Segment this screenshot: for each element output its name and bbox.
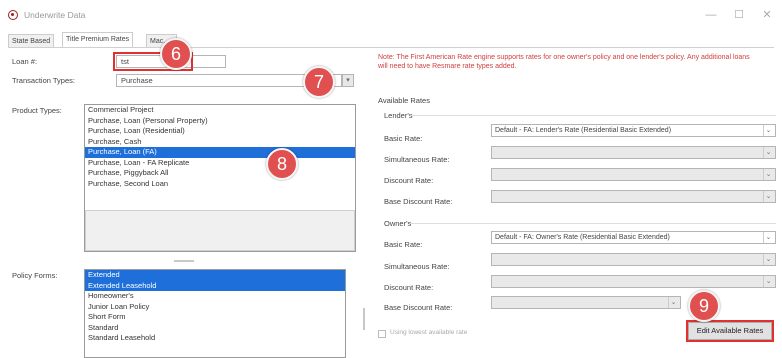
horizontal-splitter[interactable] bbox=[174, 260, 194, 262]
lowest-rate-checkbox[interactable] bbox=[378, 330, 386, 338]
list-item[interactable]: Purchase, Loan (Personal Property) bbox=[85, 116, 355, 127]
rate-engine-note: Note: The First American Rate engine sup… bbox=[378, 54, 750, 70]
minimize-button[interactable]: — bbox=[700, 6, 722, 24]
lender-basic-rate-value: Default - FA: Lender's Rate (Residential… bbox=[495, 127, 672, 134]
list-item[interactable]: Standard bbox=[85, 323, 345, 334]
maximize-button[interactable]: ☐ bbox=[728, 6, 750, 24]
list-empty-area bbox=[85, 210, 355, 251]
list-item[interactable]: Purchase, Second Loan bbox=[85, 179, 355, 190]
callout-9: 9 bbox=[688, 290, 720, 322]
owner-base-discount-rate-select[interactable]: ⌄ bbox=[491, 296, 681, 309]
highlight-edit-button bbox=[686, 320, 774, 342]
loan-label: Loan #: bbox=[12, 57, 38, 66]
group-divider bbox=[410, 115, 776, 116]
lender-basic-rate-select[interactable]: Default - FA: Lender's Rate (Residential… bbox=[491, 124, 776, 137]
owner-discount-rate-label: Discount Rate: bbox=[384, 283, 434, 292]
vertical-splitter[interactable] bbox=[363, 308, 365, 330]
chevron-down-icon: ⌄ bbox=[763, 276, 773, 287]
app-icon bbox=[8, 10, 18, 20]
lenders-group-title: Lender's bbox=[384, 111, 413, 120]
chevron-down-icon: ⌄ bbox=[763, 147, 773, 158]
owner-discount-rate-select[interactable]: ⌄ bbox=[491, 275, 776, 288]
owner-simultaneous-rate-label: Simultaneous Rate: bbox=[384, 262, 450, 271]
chevron-down-icon: ⌄ bbox=[763, 169, 773, 180]
chevron-down-icon: ⌄ bbox=[763, 125, 773, 136]
chevron-down-icon: ⌄ bbox=[763, 254, 773, 265]
transaction-types-label: Transaction Types: bbox=[12, 76, 75, 85]
lender-base-discount-rate-select[interactable]: ⌄ bbox=[491, 190, 776, 203]
policy-forms-list[interactable]: Extended Extended Leasehold Homeowner's … bbox=[84, 269, 346, 358]
title-bar: Underwrite Data — ☐ ✕ bbox=[0, 0, 782, 30]
callout-7: 7 bbox=[303, 66, 335, 98]
lender-basic-rate-label: Basic Rate: bbox=[384, 134, 423, 143]
list-item[interactable]: Purchase, Piggyback All bbox=[85, 168, 355, 179]
group-divider bbox=[410, 223, 776, 224]
policy-forms-label: Policy Forms: bbox=[12, 271, 58, 280]
list-item[interactable]: Junior Loan Policy bbox=[85, 302, 345, 313]
chevron-down-icon: ⌄ bbox=[668, 297, 678, 308]
callout-6: 6 bbox=[160, 38, 192, 70]
list-item[interactable]: Purchase, Cash bbox=[85, 137, 355, 148]
close-button[interactable]: ✕ bbox=[756, 6, 778, 24]
list-item[interactable]: Standard Leasehold bbox=[85, 333, 345, 344]
list-item[interactable]: Short Form bbox=[85, 312, 345, 323]
tab-title-premium-rates[interactable]: Title Premium Rates bbox=[62, 32, 134, 48]
chevron-down-icon: ⌄ bbox=[763, 232, 773, 243]
owner-basic-rate-value: Default - FA: Owner's Rate (Residential … bbox=[495, 234, 670, 241]
chevron-down-icon[interactable]: ▾ bbox=[342, 74, 354, 87]
owner-base-discount-rate-label: Base Discount Rate: bbox=[384, 303, 453, 312]
chevron-down-icon: ⌄ bbox=[763, 191, 773, 202]
lowest-rate-label: Using lowest available rate bbox=[390, 329, 468, 336]
list-item[interactable]: Homeowner's bbox=[85, 291, 345, 302]
list-item[interactable]: Purchase, Loan (FA) bbox=[85, 147, 355, 158]
tab-state-based[interactable]: State Based bbox=[8, 34, 55, 48]
owner-basic-rate-select[interactable]: Default - FA: Owner's Rate (Residential … bbox=[491, 231, 776, 244]
list-item[interactable]: Commercial Project bbox=[85, 105, 355, 116]
owner-simultaneous-rate-select[interactable]: ⌄ bbox=[491, 253, 776, 266]
callout-8: 8 bbox=[266, 148, 298, 180]
window-title: Underwrite Data bbox=[24, 10, 86, 20]
owners-group-title: Owner's bbox=[384, 219, 412, 228]
tab-divider bbox=[8, 47, 774, 48]
lender-base-discount-rate-label: Base Discount Rate: bbox=[384, 197, 453, 206]
owner-basic-rate-label: Basic Rate: bbox=[384, 240, 423, 249]
lender-simultaneous-rate-label: Simultaneous Rate: bbox=[384, 155, 450, 164]
product-types-label: Product Types: bbox=[12, 106, 62, 115]
list-item[interactable]: Purchase, Loan (Residential) bbox=[85, 126, 355, 137]
lender-discount-rate-label: Discount Rate: bbox=[384, 176, 434, 185]
available-rates-title: Available Rates bbox=[378, 96, 430, 105]
list-item[interactable]: Extended Leasehold bbox=[85, 280, 345, 291]
lender-discount-rate-select[interactable]: ⌄ bbox=[491, 168, 776, 181]
list-item[interactable]: Purchase, Loan - FA Replicate bbox=[85, 158, 355, 169]
list-item[interactable]: Extended bbox=[85, 270, 345, 281]
lender-simultaneous-rate-select[interactable]: ⌄ bbox=[491, 146, 776, 159]
